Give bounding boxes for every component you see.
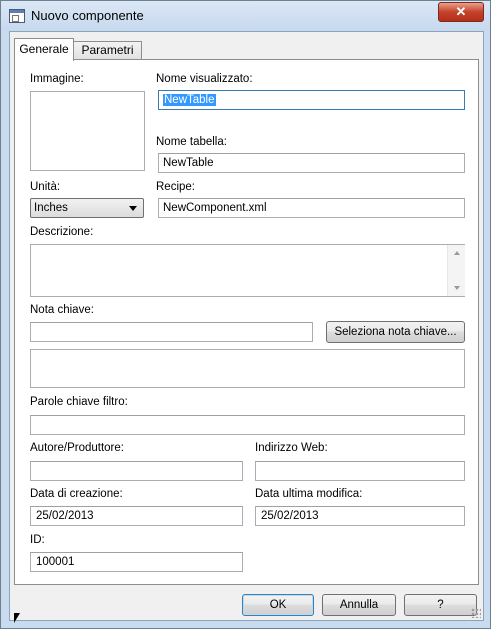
filter-keywords-field[interactable] [30, 415, 465, 435]
author-label: Autore/Produttore: [30, 442, 124, 454]
resize-grip-icon[interactable] [471, 608, 481, 618]
close-button[interactable]: ✕ [438, 2, 484, 22]
chevron-down-icon [129, 206, 137, 211]
unit-label: Unità: [30, 181, 61, 193]
scroll-down-icon[interactable] [454, 286, 460, 290]
help-button[interactable]: ? [404, 594, 477, 616]
web-field[interactable] [255, 461, 465, 481]
unit-value: Inches [34, 202, 68, 214]
display-name-field[interactable]: NewTable [158, 90, 465, 110]
window-icon [9, 9, 25, 23]
recipe-label: Recipe: [156, 181, 195, 193]
table-name-label: Nome tabella: [156, 136, 227, 148]
cancel-button[interactable]: Annulla [322, 594, 396, 616]
scroll-up-icon[interactable] [454, 251, 460, 255]
dialog-window: Nuovo componente ✕ Generale Parametri Im… [0, 0, 491, 629]
author-field[interactable] [30, 461, 243, 481]
dialog-client: Generale Parametri Immagine: Nome visual… [9, 31, 484, 621]
select-key-note-button[interactable]: Seleziona nota chiave... [326, 321, 465, 343]
tab-parametri[interactable]: Parametri [73, 41, 142, 60]
created-label: Data di creazione: [30, 488, 123, 500]
unit-dropdown[interactable]: Inches [30, 198, 144, 218]
id-label: ID: [30, 534, 45, 546]
id-field[interactable]: 100001 [30, 552, 243, 572]
title-bar[interactable]: Nuovo componente ✕ [1, 1, 490, 31]
display-name-value: NewTable [163, 94, 216, 106]
image-preview[interactable] [30, 91, 145, 171]
filter-keywords-label: Parole chiave filtro: [30, 396, 128, 408]
ok-button[interactable]: OK [242, 594, 314, 616]
key-note-detail [30, 349, 465, 388]
display-name-label: Nome visualizzato: [156, 73, 253, 85]
key-note-label: Nota chiave: [30, 304, 94, 316]
image-label: Immagine: [30, 73, 84, 85]
recipe-field[interactable]: NewComponent.xml [158, 198, 465, 218]
table-name-field[interactable]: NewTable [158, 153, 465, 173]
tab-generale[interactable]: Generale [14, 38, 74, 61]
tab-panel-generale: Immagine: Nome visualizzato: NewTable No… [14, 59, 479, 585]
web-label: Indirizzo Web: [255, 442, 328, 454]
created-field[interactable]: 25/02/2013 [30, 506, 243, 526]
modified-field[interactable]: 25/02/2013 [255, 506, 465, 526]
description-label: Descrizione: [30, 226, 94, 238]
modified-label: Data ultima modifica: [255, 488, 363, 500]
description-field[interactable] [30, 244, 465, 297]
key-note-field[interactable] [30, 322, 313, 342]
mouse-cursor-icon [14, 613, 20, 623]
description-scrollbar[interactable] [447, 245, 465, 296]
window-title: Nuovo componente [31, 8, 144, 23]
